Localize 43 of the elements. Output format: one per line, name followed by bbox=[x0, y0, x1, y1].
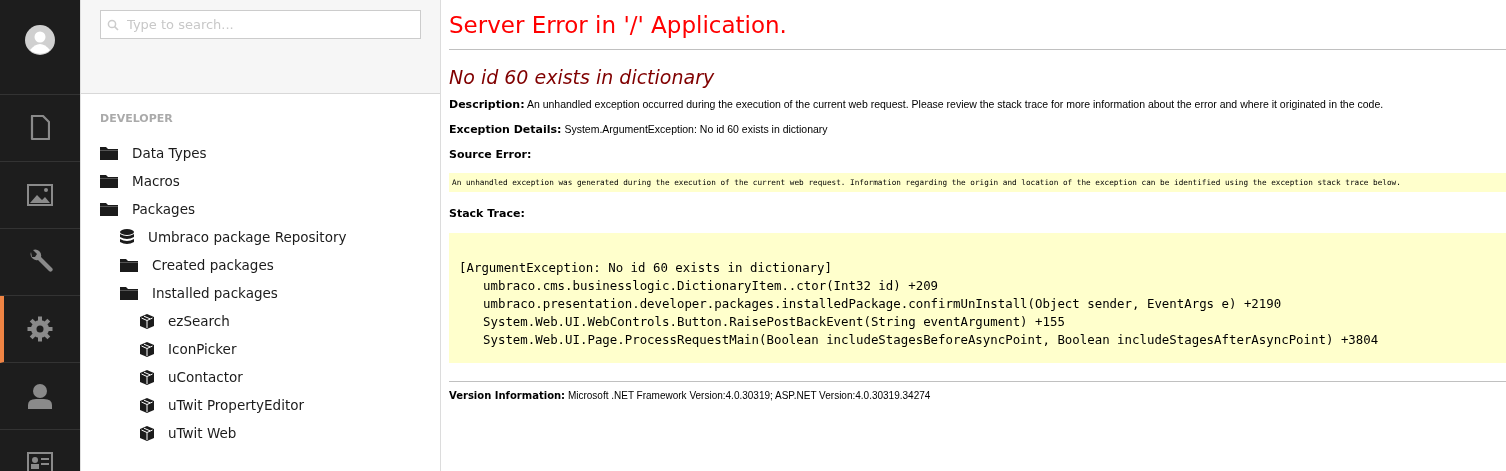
tree-item[interactable]: Packages bbox=[132, 201, 195, 217]
source-error-label: Source Error: bbox=[449, 148, 533, 161]
folder-icon bbox=[100, 146, 118, 160]
tree-item[interactable]: Data Types bbox=[132, 145, 207, 161]
stack-trace-label: Stack Trace: bbox=[449, 207, 526, 220]
tree-item[interactable]: uTwit PropertyEditor bbox=[168, 397, 305, 413]
box-icon bbox=[140, 397, 154, 413]
box-icon bbox=[140, 425, 154, 441]
error-message: No id 60 exists in dictionary bbox=[449, 66, 716, 88]
tree-item[interactable]: uTwit Web bbox=[168, 425, 237, 441]
exception-details-text: Exception Details: System.ArgumentException: No id 60 exists in dictionary bbox=[449, 123, 829, 136]
stack-trace-line: umbraco.presentation.developer.packages.installedPackage.confirmUnInstall(Object sender, EventArgs e) +2190 bbox=[483, 296, 1282, 311]
folder-icon bbox=[120, 258, 138, 272]
gear-icon bbox=[27, 316, 53, 342]
stack-trace-line: System.Web.UI.Page.ProcessRequestMain(Boolean includeStagesBeforeAsyncPoint, Boolean includeStagesAfterAsyncPoint) +3804 bbox=[483, 332, 1379, 347]
tree-item[interactable]: Created packages bbox=[152, 257, 274, 273]
database-icon bbox=[120, 229, 134, 245]
search-icon bbox=[107, 19, 119, 31]
tree-item[interactable]: Macros bbox=[132, 173, 180, 189]
tree-item[interactable]: IconPicker bbox=[168, 341, 237, 357]
page-title: Server Error in '/' Application. bbox=[449, 12, 1506, 50]
nav-item[interactable] bbox=[0, 296, 80, 363]
description-text: Description: An unhandled exception occurred during the execution of the current web request. Please review the stack trace for more information about the error and where it originated in the code. bbox=[449, 98, 1385, 111]
document-icon bbox=[30, 115, 50, 141]
stack-trace-line: System.Web.UI.WebControls.Button.RaisePostBackEvent(String eventArgument) +155 bbox=[483, 314, 1065, 329]
box-icon bbox=[140, 369, 154, 385]
id-card-icon bbox=[27, 452, 53, 471]
box-icon bbox=[140, 313, 154, 329]
tree-item[interactable]: Installed packages bbox=[152, 285, 278, 301]
section-title: DEVELOPER bbox=[99, 112, 174, 125]
tree-item[interactable]: uContactor bbox=[168, 369, 243, 385]
avatar-icon[interactable] bbox=[25, 25, 55, 55]
version-information-text: Version Information: Microsoft .NET Framework Version:4.0.30319; ASP.NET Version:4.0.30319.34274 bbox=[449, 390, 932, 401]
box-icon bbox=[140, 341, 154, 357]
folder-icon bbox=[120, 286, 138, 300]
stack-trace-line: [ArgumentException: No id 60 exists in dictionary] bbox=[459, 260, 832, 275]
person-icon bbox=[27, 383, 53, 409]
tree-item[interactable]: ezSearch bbox=[168, 313, 230, 329]
image-icon bbox=[27, 184, 53, 206]
folder-icon bbox=[100, 202, 118, 216]
tree-item[interactable]: Umbraco package Repository bbox=[148, 229, 347, 245]
folder-icon bbox=[100, 174, 118, 188]
stack-trace-line: umbraco.cms.businesslogic.DictionaryItem..ctor(Int32 id) +209 bbox=[483, 278, 939, 293]
